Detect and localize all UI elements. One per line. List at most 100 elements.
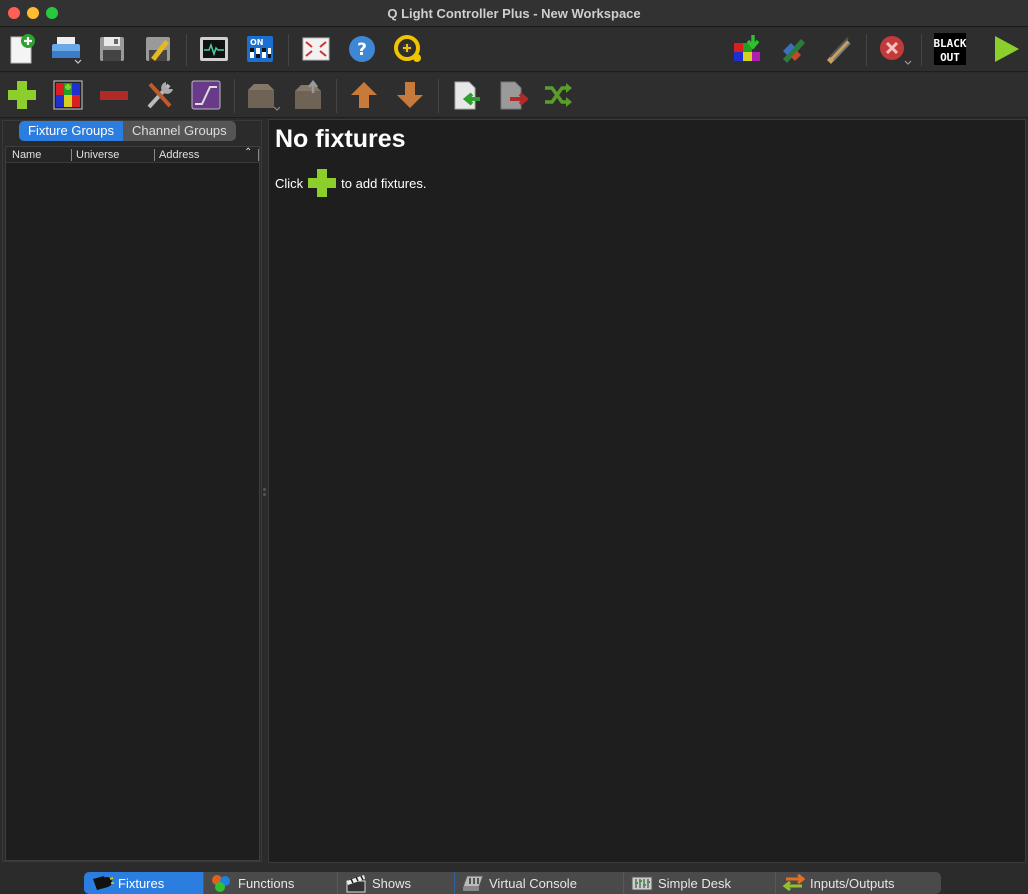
printer-open-icon	[52, 37, 82, 64]
tab-channel-groups[interactable]: Channel Groups	[122, 121, 236, 141]
tab-fixtures[interactable]: Fixtures	[84, 872, 204, 894]
stop-x-icon	[880, 36, 912, 65]
fade-curve-icon	[191, 80, 221, 110]
functions-icon	[210, 873, 234, 893]
column-header-address[interactable]: Address	[155, 148, 199, 162]
tab-label: Simple Desk	[658, 875, 731, 891]
groups-segmented-control: Fixture Groups Channel Groups	[19, 121, 236, 141]
stop-all-button[interactable]	[876, 31, 912, 67]
fixtures-main-area: No fixtures Click to add fixtures.	[268, 119, 1026, 863]
remove-from-group-button[interactable]	[290, 77, 326, 113]
svg-text:ON: ON	[250, 38, 264, 47]
title-bar: Q Light Controller Plus - New Workspace	[0, 0, 1028, 27]
shuffle-icon	[545, 83, 572, 107]
blackout-icon: BLACK OUT	[933, 33, 967, 65]
about-button[interactable]	[390, 31, 426, 67]
help-button[interactable]: ?	[344, 31, 380, 67]
help-icon: ?	[349, 36, 375, 62]
minus-icon	[100, 91, 128, 100]
column-divider[interactable]	[258, 149, 259, 161]
monitor-button[interactable]	[196, 31, 232, 67]
arrow-up-icon	[351, 82, 377, 108]
run-mode-button[interactable]	[988, 31, 1024, 67]
save-as-workspace-button[interactable]	[140, 31, 176, 67]
design-mode-button[interactable]	[775, 31, 811, 67]
move-down-button[interactable]	[392, 77, 428, 113]
window-title: Q Light Controller Plus - New Workspace	[387, 6, 641, 21]
io-arrows-icon	[782, 873, 806, 893]
import-doc-icon	[454, 81, 480, 110]
fade-config-button[interactable]	[188, 77, 224, 113]
arrow-down-icon	[397, 82, 423, 108]
sort-indicator-icon: ⌃	[244, 147, 253, 158]
toolbar-separator	[438, 79, 439, 113]
floppy-pencil-icon	[146, 37, 170, 62]
remove-fixture-button[interactable]	[96, 77, 132, 113]
group-fixtures-button[interactable]	[244, 77, 280, 113]
address-tool-button[interactable]: ON	[242, 31, 278, 67]
fullscreen-icon	[302, 37, 330, 61]
rgb-panel-icon	[53, 80, 83, 110]
desk-icon	[630, 873, 654, 893]
export-doc-icon	[500, 81, 528, 110]
main-section-tabs: Fixtures Functions Shows Virtual Console…	[84, 872, 941, 894]
fixture-properties-button[interactable]	[142, 77, 178, 113]
export-fixtures-button[interactable]	[494, 77, 530, 113]
tab-label: Shows	[372, 875, 412, 891]
fixture-toolbar	[0, 73, 1028, 118]
tab-label: Fixtures	[118, 875, 165, 891]
tab-virtual-console[interactable]: Virtual Console	[455, 872, 624, 894]
panel-splitter-handle[interactable]	[263, 488, 267, 496]
qlc-logo-icon	[394, 35, 421, 62]
design-pencil-icon	[783, 39, 805, 63]
play-icon	[995, 36, 1019, 62]
svg-text:?: ?	[357, 40, 367, 60]
blackout-button[interactable]: BLACK OUT	[932, 31, 968, 67]
tab-functions[interactable]: Functions	[204, 872, 338, 894]
operate-mode-button[interactable]	[820, 31, 856, 67]
fixture-editor-button[interactable]	[729, 31, 765, 67]
tab-simple-desk[interactable]: Simple Desk	[624, 872, 776, 894]
fixture-tree[interactable]: Name Universe Address ⌃	[5, 146, 260, 861]
column-header-name[interactable]: Name	[8, 148, 41, 162]
add-fixtures-hint: Click to add fixtures.	[275, 168, 426, 198]
tab-label: Inputs/Outputs	[810, 875, 895, 891]
tab-inputs-outputs[interactable]: Inputs/Outputs	[776, 872, 941, 894]
new-workspace-button[interactable]	[4, 31, 40, 67]
groups-panel: Fixture Groups Channel Groups Name Unive…	[2, 120, 262, 862]
tab-shows[interactable]: Shows	[338, 872, 455, 894]
tab-label: Virtual Console	[489, 875, 577, 891]
operate-pencil-icon	[827, 37, 851, 64]
add-fixture-button[interactable]	[4, 77, 40, 113]
toolbar-separator	[288, 34, 289, 66]
no-fixtures-heading: No fixtures	[275, 125, 406, 153]
add-rgb-panel-button[interactable]	[50, 77, 86, 113]
spotlight-icon	[90, 873, 114, 893]
remap-fixtures-button[interactable]	[540, 77, 576, 113]
box-icon	[248, 84, 280, 111]
console-icon	[461, 873, 485, 893]
hint-text-after: to add fixtures.	[341, 175, 427, 191]
box-out-icon	[295, 79, 321, 109]
tree-header: Name Universe Address ⌃	[6, 147, 259, 163]
import-fixtures-button[interactable]	[448, 77, 484, 113]
move-up-button[interactable]	[346, 77, 382, 113]
open-workspace-button[interactable]	[48, 31, 84, 67]
plus-icon	[8, 81, 36, 109]
main-toolbar: ON ? BLACK OUT	[0, 28, 1028, 72]
save-workspace-button[interactable]	[94, 31, 130, 67]
fixture-download-icon	[734, 35, 760, 61]
tab-label: Functions	[238, 875, 295, 891]
app-window: Q Light Controller Plus - New Workspace	[0, 0, 1028, 894]
floppy-disk-icon	[100, 37, 124, 61]
tab-fixture-groups[interactable]: Fixture Groups	[19, 121, 123, 141]
fullscreen-button[interactable]	[298, 31, 334, 67]
clapperboard-icon	[344, 873, 368, 893]
toolbar-separator	[186, 34, 187, 66]
svg-text:BLACK: BLACK	[933, 37, 966, 50]
toolbar-separator	[336, 79, 337, 113]
column-header-universe[interactable]: Universe	[72, 148, 119, 162]
plus-icon	[305, 168, 339, 198]
monitor-waveform-icon	[200, 37, 228, 61]
toolbar-separator	[921, 34, 922, 66]
